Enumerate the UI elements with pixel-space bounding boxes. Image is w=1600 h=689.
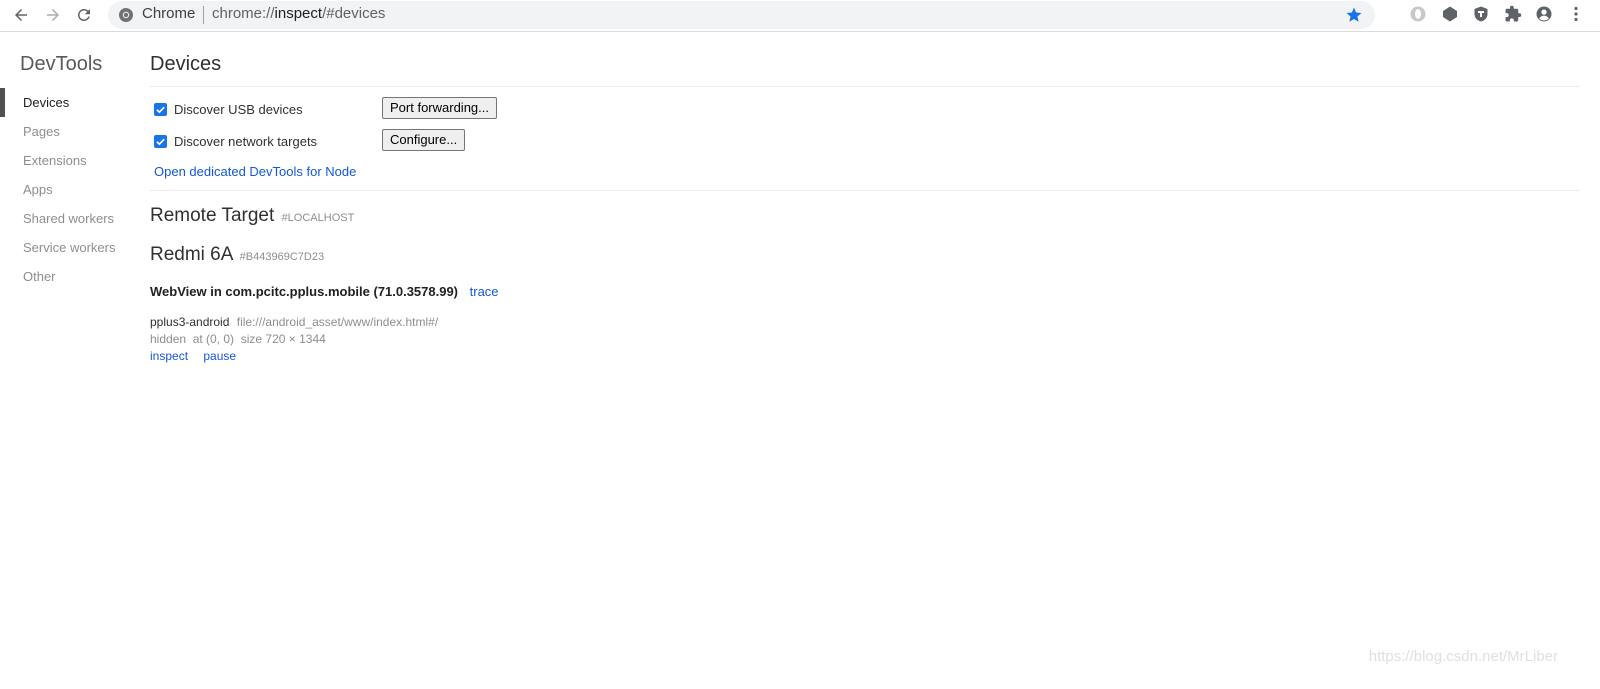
- sidebar-item-other[interactable]: Other: [0, 262, 130, 291]
- sidebar-item-label: Devices: [23, 95, 70, 110]
- url-scheme: chrome://: [212, 5, 275, 22]
- extension-opera-icon[interactable]: [1408, 4, 1428, 24]
- address-separator: [203, 6, 204, 24]
- sidebar-title: DevTools: [20, 53, 103, 75]
- sidebar-item-label: Other: [23, 269, 56, 284]
- network-checkbox-label: Discover network targets: [174, 133, 318, 149]
- sidebar-item-label: Shared workers: [23, 211, 115, 226]
- network-checkbox[interactable]: [154, 134, 167, 148]
- url-text: chrome://inspect/#devices: [212, 5, 385, 22]
- remote-target-title: Remote Target: [150, 205, 275, 226]
- sidebar-item-pages[interactable]: Pages: [0, 117, 130, 146]
- check-icon: [156, 106, 165, 113]
- open-node-devtools-link[interactable]: Open dedicated DevTools for Node: [154, 164, 356, 179]
- reload-icon: [77, 8, 90, 21]
- extensions-puzzle-icon[interactable]: [1503, 4, 1523, 24]
- target-entry: pplus3-android file:///android_asset/www…: [150, 314, 438, 365]
- remote-target-heading: Remote Target #LOCALHOST: [150, 205, 354, 227]
- sidebar-item-label: Pages: [23, 124, 60, 139]
- network-discovery-option[interactable]: Discover network targets: [154, 129, 317, 153]
- profile-avatar-icon[interactable]: [1534, 4, 1554, 24]
- back-button[interactable]: [9, 3, 33, 27]
- sidebar-item-shared-workers[interactable]: Shared workers: [0, 204, 130, 233]
- check-icon: [156, 138, 165, 145]
- sidebar-item-devices[interactable]: Devices: [0, 88, 130, 117]
- url-path: /#devices: [322, 5, 386, 22]
- title-divider: [150, 86, 1580, 87]
- site-name: Chrome: [142, 5, 196, 22]
- bookmark-star-icon[interactable]: [1345, 6, 1363, 24]
- sidebar-item-label: Apps: [23, 182, 53, 197]
- pause-link[interactable]: pause: [203, 349, 236, 363]
- watermark: https://blog.csdn.net/MrLiber: [1368, 648, 1558, 665]
- forward-button[interactable]: [41, 3, 65, 27]
- target-actions: inspect pause: [150, 348, 438, 365]
- reload-button[interactable]: [72, 3, 96, 27]
- sidebar-item-apps[interactable]: Apps: [0, 175, 130, 204]
- sidebar-item-service-workers[interactable]: Service workers: [0, 233, 130, 262]
- usb-discovery-option[interactable]: Discover USB devices: [154, 97, 303, 121]
- browser-entry: WebView in com.pcitc.pplus.mobile (71.0.…: [150, 284, 499, 299]
- trace-link[interactable]: trace: [470, 284, 499, 299]
- sidebar-item-extensions[interactable]: Extensions: [0, 146, 130, 175]
- address-bar[interactable]: Chrome chrome://inspect/#devices: [108, 1, 1375, 29]
- usb-checkbox[interactable]: [154, 102, 167, 116]
- page-title: Devices: [150, 53, 222, 75]
- device-heading: Redmi 6A #B443969C7D23: [150, 244, 324, 266]
- extension-shield-icon[interactable]: [1471, 4, 1491, 24]
- port-forwarding-button[interactable]: Port forwarding...: [382, 97, 497, 119]
- target-meta: hidden at (0, 0) size 720 × 1344: [150, 332, 326, 346]
- sidebar-item-label: Extensions: [23, 153, 87, 168]
- usb-checkbox-label: Discover USB devices: [174, 101, 303, 117]
- target-name: pplus3-android: [150, 315, 230, 329]
- device-serial: #B443969C7D23: [239, 251, 325, 263]
- menu-kebab-icon[interactable]: [1566, 4, 1586, 24]
- extension-cube-icon[interactable]: [1440, 4, 1460, 24]
- configure-button[interactable]: Configure...: [382, 129, 466, 151]
- section-divider: [150, 190, 1580, 191]
- sidebar-item-label: Service workers: [23, 240, 116, 255]
- back-arrow-icon: [15, 9, 27, 21]
- target-url: file:///android_asset/www/index.html#/: [236, 315, 439, 329]
- browser-name: WebView in com.pcitc.pplus.mobile (71.0.…: [150, 284, 459, 299]
- device-name: Redmi 6A: [150, 244, 233, 265]
- sidebar-nav: Devices Pages Extensions Apps Shared wor…: [0, 88, 130, 291]
- url-host: inspect: [274, 5, 323, 22]
- forward-arrow-icon: [47, 9, 59, 21]
- chrome-logo-icon: [119, 8, 133, 22]
- inspect-link[interactable]: inspect: [150, 349, 188, 363]
- browser-toolbar: Chrome chrome://inspect/#devices: [0, 0, 1600, 32]
- remote-target-host: #LOCALHOST: [281, 212, 355, 224]
